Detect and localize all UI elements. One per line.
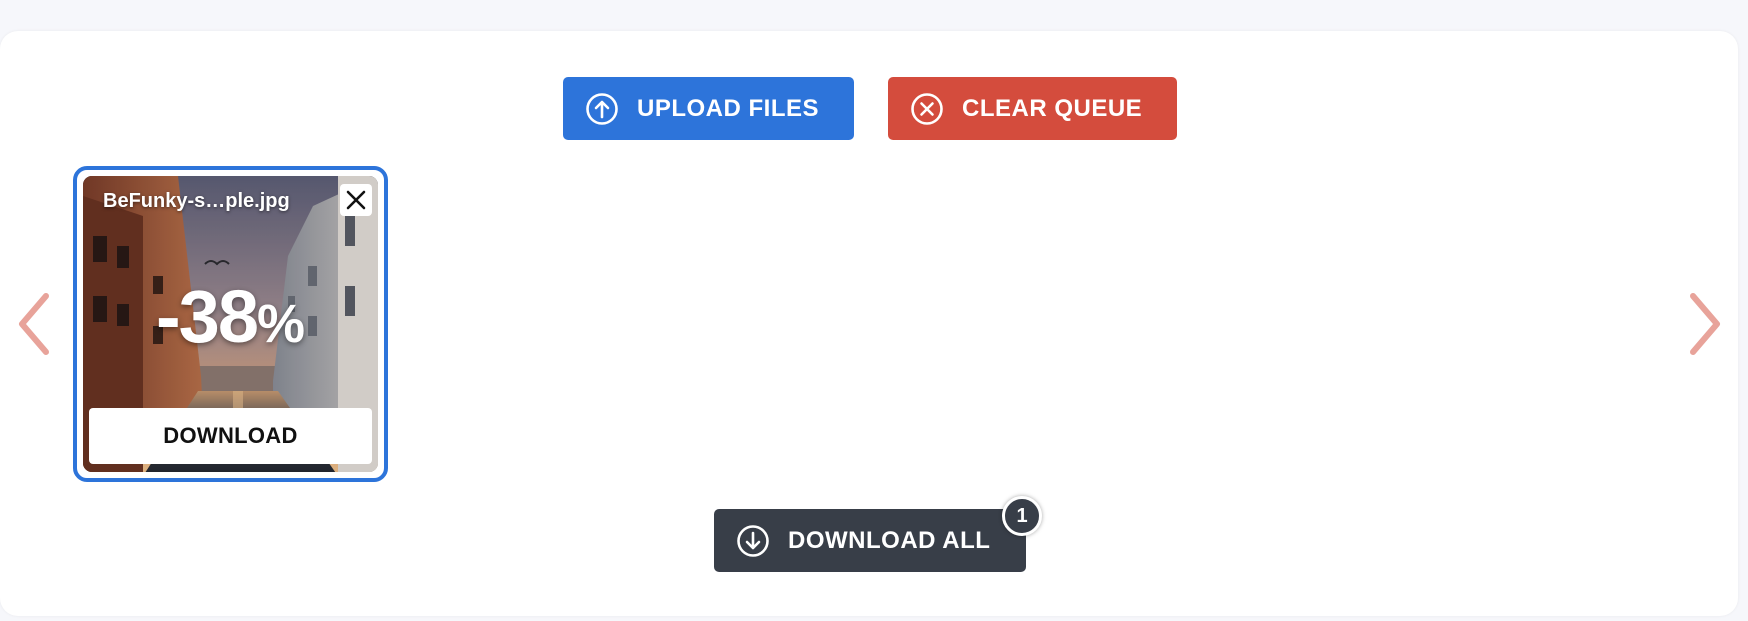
- clear-queue-label: CLEAR QUEUE: [962, 94, 1143, 122]
- arrow-down-circle-icon: [736, 524, 770, 558]
- download-all-label: DOWNLOAD ALL: [788, 526, 991, 554]
- download-all-button[interactable]: DOWNLOAD ALL: [714, 509, 1026, 572]
- file-card: BeFunky-s…ple.jpg -38% DOWNLOAD: [73, 166, 388, 482]
- next-arrow-icon[interactable]: [1685, 290, 1725, 358]
- compression-value: -38: [156, 275, 259, 358]
- percent-symbol: %: [256, 294, 305, 354]
- file-count-badge: 1: [1002, 496, 1042, 536]
- download-file-button[interactable]: DOWNLOAD: [89, 408, 372, 464]
- file-thumbnail: BeFunky-s…ple.jpg -38% DOWNLOAD: [83, 176, 378, 472]
- clear-queue-button[interactable]: CLEAR QUEUE: [888, 77, 1177, 140]
- remove-file-button[interactable]: [340, 184, 372, 216]
- upload-files-button[interactable]: UPLOAD FILES: [563, 77, 854, 140]
- x-circle-icon: [910, 92, 944, 126]
- close-icon: [346, 190, 366, 210]
- compression-percentage: -38%: [83, 274, 378, 359]
- arrow-up-circle-icon: [585, 92, 619, 126]
- file-name: BeFunky-s…ple.jpg: [103, 190, 290, 212]
- previous-arrow-icon[interactable]: [14, 290, 54, 358]
- upload-files-label: UPLOAD FILES: [637, 94, 820, 122]
